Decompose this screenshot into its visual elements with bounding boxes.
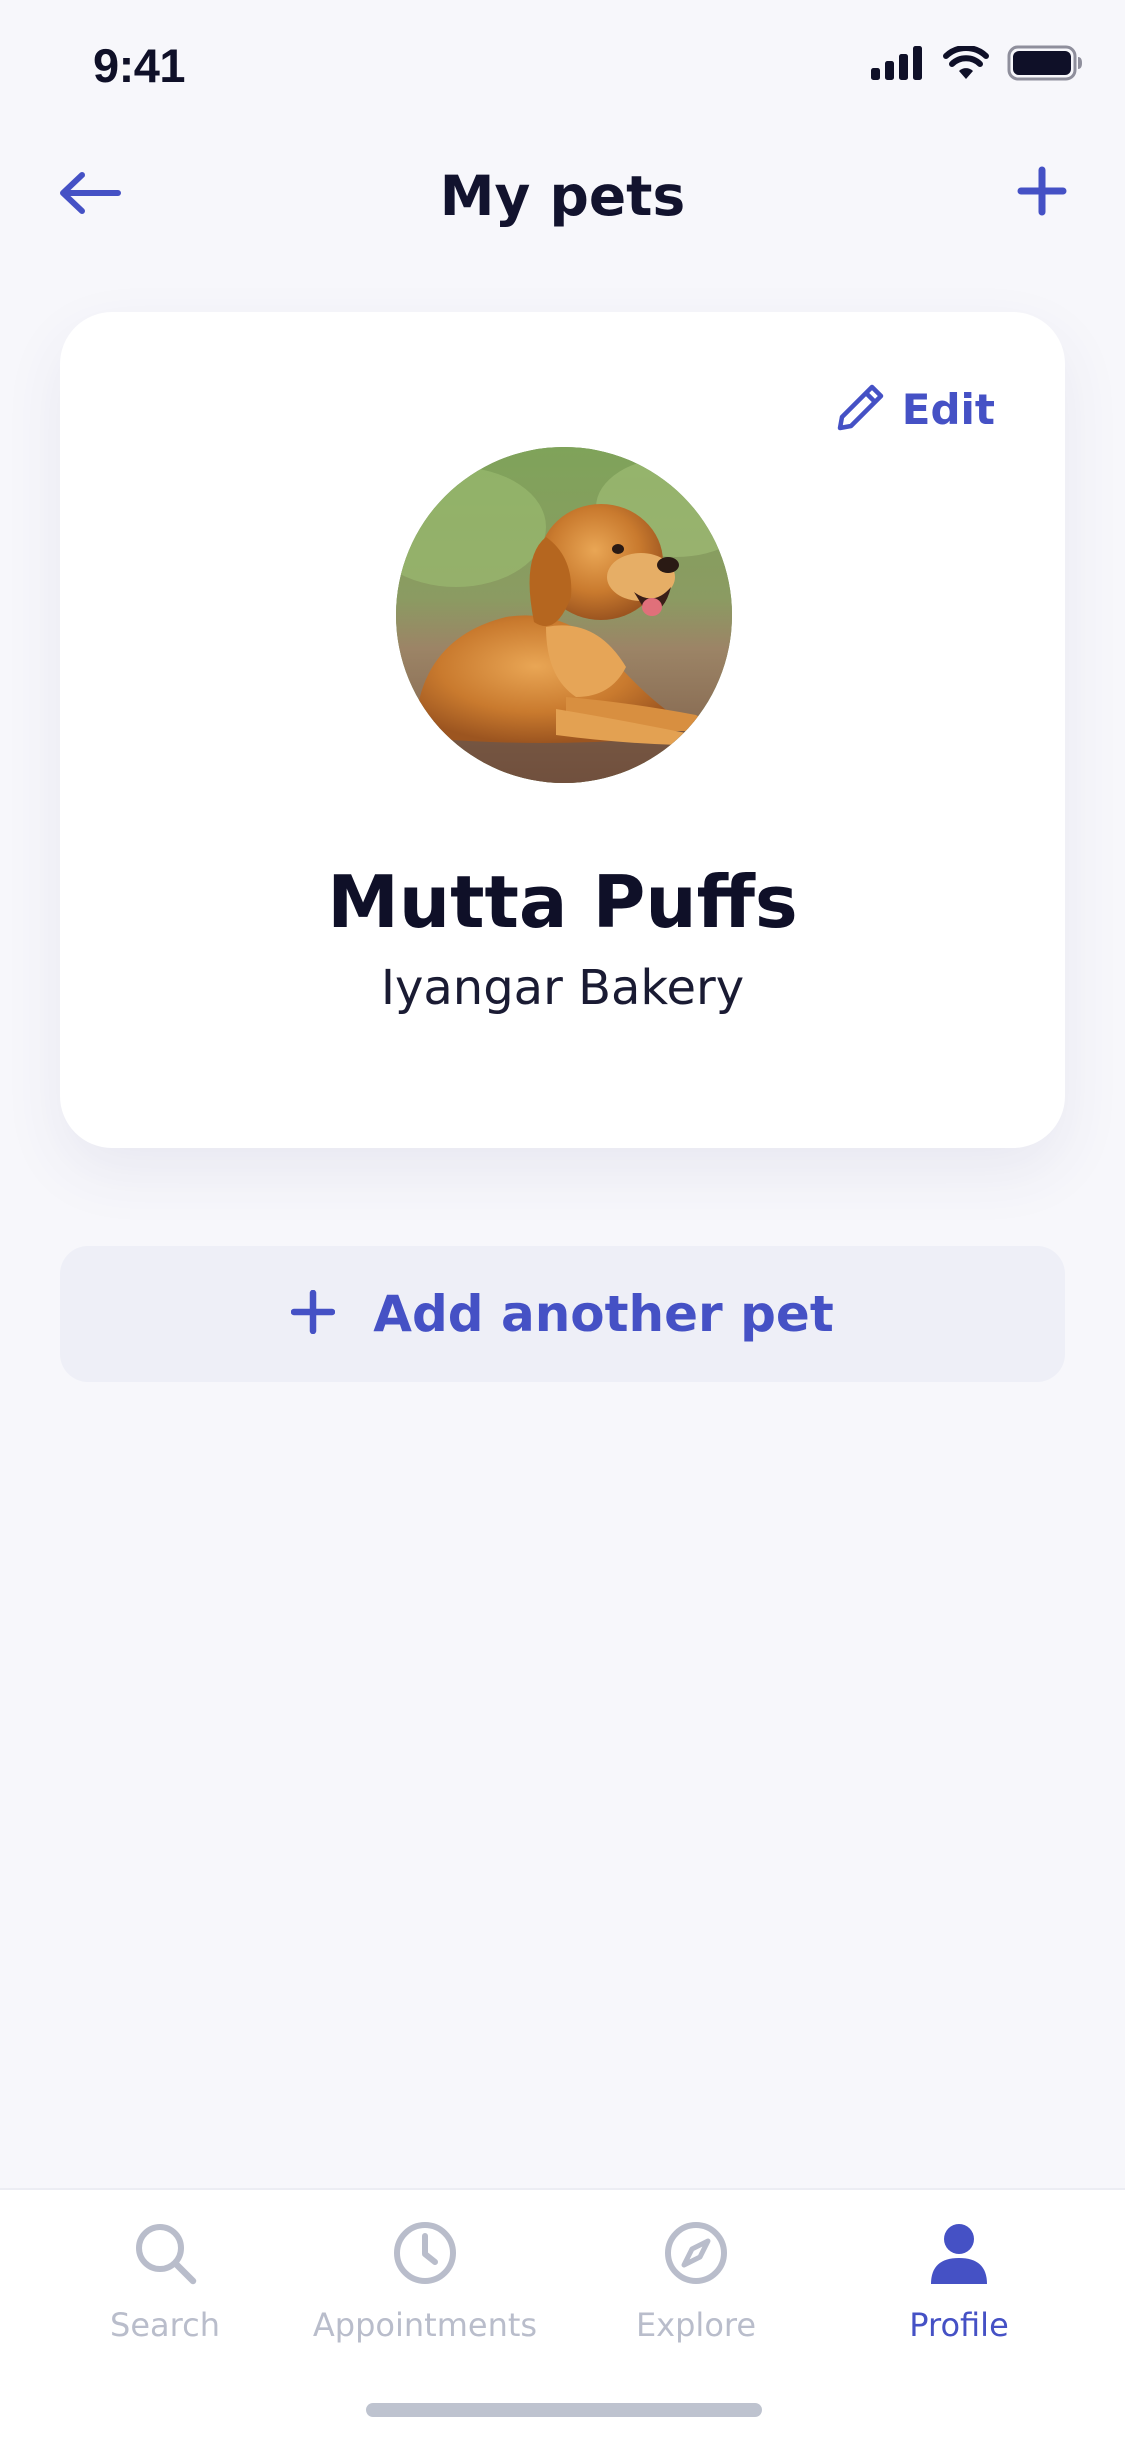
- pet-avatar: [396, 447, 732, 783]
- pet-subtitle: Iyangar Bakery: [380, 960, 745, 1016]
- battery-icon: [1007, 45, 1083, 85]
- edit-button[interactable]: Edit: [836, 382, 995, 436]
- add-pet-header-button[interactable]: [1007, 158, 1077, 228]
- tab-appointments-label: Appointments: [312, 2306, 538, 2344]
- compass-icon: [661, 2218, 731, 2288]
- tab-explore[interactable]: Explore: [566, 2218, 826, 2344]
- plus-icon: [291, 1289, 336, 1338]
- tab-bar: Search Appointments Explore Profile: [0, 2188, 1125, 2438]
- tab-profile[interactable]: Profile: [829, 2218, 1089, 2344]
- search-icon: [130, 2218, 200, 2288]
- tab-explore-label: Explore: [635, 2306, 757, 2344]
- page-title: My pets: [439, 164, 686, 228]
- pet-name: Mutta Puffs: [327, 860, 798, 944]
- wifi-icon: [943, 45, 989, 84]
- plus-icon: [1017, 166, 1067, 220]
- tab-search[interactable]: Search: [35, 2218, 295, 2344]
- pencil-icon: [836, 382, 886, 436]
- tab-search-label: Search: [110, 2306, 220, 2344]
- pet-card[interactable]: Edit Mutta Puffs Iyangar Bakery: [60, 312, 1065, 1148]
- clock-icon: [390, 2218, 460, 2288]
- tab-appointments[interactable]: Appointments: [295, 2218, 555, 2344]
- header: My pets: [0, 140, 1125, 250]
- add-another-pet-button[interactable]: Add another pet: [60, 1246, 1065, 1382]
- cellular-signal-icon: [871, 46, 925, 84]
- status-icons: [871, 45, 1083, 85]
- person-icon: [924, 2218, 994, 2288]
- home-indicator: [366, 2403, 762, 2417]
- status-bar: 9:41: [0, 0, 1125, 132]
- add-another-pet-label: Add another pet: [373, 1285, 834, 1343]
- edit-label: Edit: [901, 384, 995, 434]
- tab-profile-label: Profile: [909, 2306, 1009, 2344]
- status-time: 9:41: [93, 39, 186, 92]
